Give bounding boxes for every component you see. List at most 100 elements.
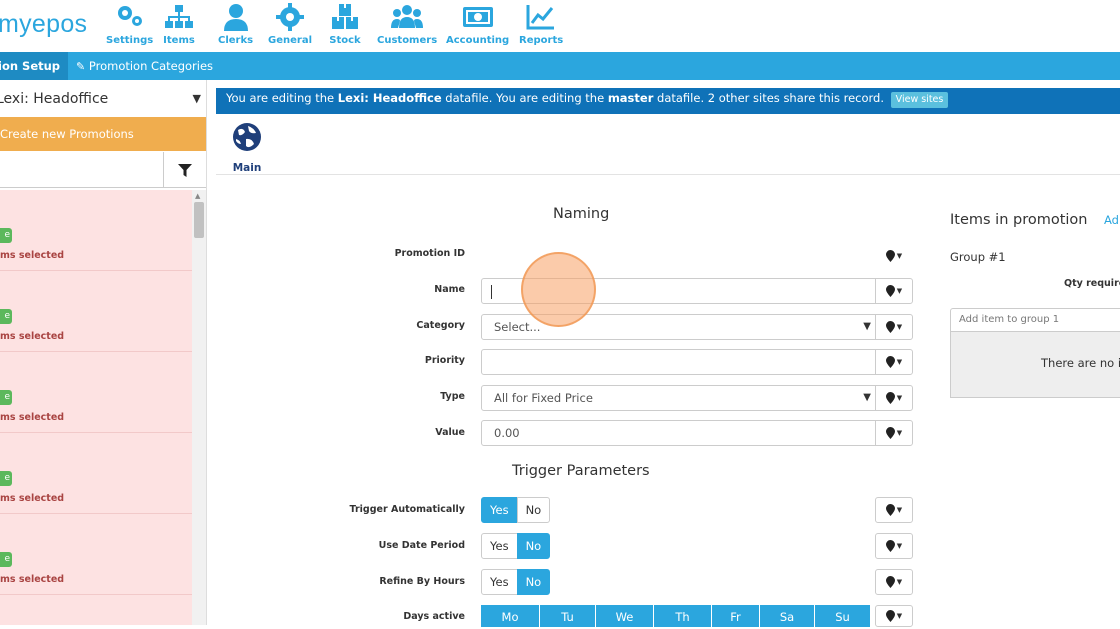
refine-hours-no[interactable]: No [516,569,551,595]
create-promotion-button[interactable]: Create new Promotions [0,117,206,151]
tab-main[interactable]: Main [232,122,262,175]
tap-indicator [521,252,596,327]
view-sites-button[interactable]: View sites [890,92,949,108]
day-fr[interactable]: Fr [712,605,760,627]
day-tu[interactable]: Tu [540,605,596,627]
nav-settings[interactable]: Settings [106,2,153,48]
nav-reports[interactable]: Reports [519,2,563,48]
nav-stock-label: Stock [329,35,361,46]
filter-icon [178,163,192,177]
top-navigation: myepos Settings Items Clerks General Sto… [0,0,1120,52]
type-pin-button[interactable]: ▼ [875,385,913,411]
caret-down-icon: ▼ [896,394,903,402]
filter-button[interactable] [164,152,206,188]
sub-navigation: ion Setup ✎ Promotion Categories [0,52,1120,80]
trigger-auto-yes[interactable]: Yes [481,497,518,523]
nav-items-label: Items [163,35,195,46]
refine-hours-toggle: Yes No [481,569,551,595]
caret-down-icon: ▼ [896,506,903,514]
priority-pin-button[interactable]: ▼ [875,349,913,375]
nav-items[interactable]: Items [163,2,195,48]
app-logo[interactable]: myepos [0,10,87,39]
days-active-pin-button[interactable]: ▼ [875,605,913,627]
day-su[interactable]: Su [815,605,871,627]
tab-promotion-setup-label: ion Setup [0,59,61,73]
promotion-id-label: Promotion ID [394,248,465,259]
promotion-id-pin-button[interactable]: ▼ [875,243,913,269]
value-input-value: 0.00 [494,426,520,440]
map-marker-icon [885,427,895,439]
items-selected-text: ms selected [0,412,65,423]
list-scrollbar[interactable]: ▲ [192,190,206,625]
tab-promotion-setup[interactable]: ion Setup [0,52,69,80]
use-date-pin-button[interactable]: ▼ [875,533,913,559]
group-items-empty: There are no it [950,332,1120,398]
tab-main-label: Main [232,162,262,174]
nav-customers-label: Customers [377,35,438,46]
refine-hours-pin-button[interactable]: ▼ [875,569,913,595]
value-pin-button[interactable]: ▼ [875,420,913,446]
list-item[interactable]: e ms selected [0,433,192,514]
caret-down-icon: ▼ [896,578,903,586]
list-item[interactable]: e ms selected [0,352,192,433]
sitemap-icon [165,5,193,28]
day-mo[interactable]: Mo [481,605,540,627]
map-marker-icon [885,610,895,622]
caret-down-icon: ▼ [896,287,903,295]
priority-label: Priority [424,355,465,366]
nav-stock[interactable]: Stock [329,2,361,48]
trigger-auto-no[interactable]: No [516,497,551,523]
caret-down-icon: ▼ [896,612,903,620]
filter-input[interactable] [0,152,164,188]
map-marker-icon [885,356,895,368]
list-item[interactable]: e ms selected [0,190,192,271]
add-item-input[interactable]: Add item to group 1 [950,308,1120,332]
caret-down-icon: ▼ [896,252,903,260]
name-pin-button[interactable]: ▼ [875,278,913,304]
map-marker-icon [885,504,895,516]
refine-hours-yes[interactable]: Yes [481,569,518,595]
category-pin-button[interactable]: ▼ [875,314,913,340]
trigger-auto-toggle: Yes No [481,497,551,523]
nav-clerks[interactable]: Clerks [218,2,253,48]
trigger-auto-pin-button[interactable]: ▼ [875,497,913,523]
tab-divider [216,174,1120,175]
caret-down-icon: ▼ [896,358,903,366]
promotion-list: e ms selected e ms selected e ms selecte… [0,190,192,625]
day-th[interactable]: Th [654,605,712,627]
info-text: You are editing the [226,91,338,105]
value-input[interactable]: 0.00 [481,420,876,446]
money-icon [462,7,493,27]
map-marker-icon [885,576,895,588]
list-item[interactable]: e ms selected [0,271,192,352]
caret-down-icon: ▼ [896,542,903,550]
nav-general[interactable]: General [268,2,312,48]
nav-settings-label: Settings [106,35,154,46]
day-sa[interactable]: Sa [760,605,815,627]
use-date-yes[interactable]: Yes [481,533,518,559]
datafile-info-bar: You are editing the Lexi: Headoffice dat… [216,88,1120,114]
caret-down-icon: ▼ [896,429,903,437]
scroll-up-icon[interactable]: ▲ [195,192,200,200]
scroll-thumb[interactable] [194,202,204,238]
info-site: Lexi: Headoffice [337,91,442,105]
use-date-no[interactable]: No [516,533,551,559]
nav-general-label: General [268,35,312,46]
map-marker-icon [885,540,895,552]
nav-customers[interactable]: Customers [377,2,437,48]
tab-promotion-categories[interactable]: ✎ Promotion Categories [68,52,221,80]
status-badge: e [0,471,12,486]
type-select[interactable]: All for Fixed Price ▼ [481,385,876,411]
priority-input[interactable] [481,349,876,375]
site-select[interactable]: Lexi: Headoffice ▼ [0,84,205,114]
day-we[interactable]: We [596,605,654,627]
type-select-value: All for Fixed Price [494,391,593,405]
list-item[interactable]: e ms selected [0,514,192,595]
settings-icon [117,6,142,26]
nav-accounting[interactable]: Accounting [446,2,509,48]
status-badge: e [0,390,12,405]
boxes-icon [332,4,358,29]
add-group-link[interactable]: Ad [1104,213,1119,227]
items-panel-title: Items in promotion [950,212,1088,228]
promotions-sidebar: Lexi: Headoffice ▼ Create new Promotions… [0,80,207,625]
